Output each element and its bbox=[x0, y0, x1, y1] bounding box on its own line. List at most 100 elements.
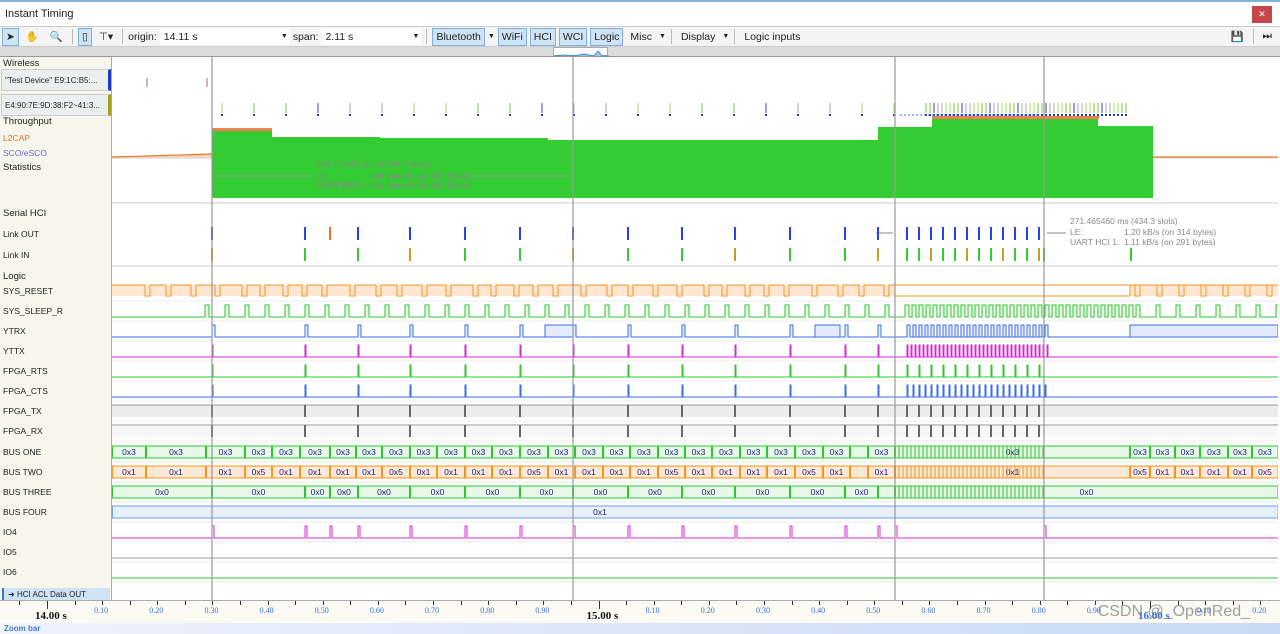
live-follow-icon[interactable]: ⏭ bbox=[1259, 28, 1276, 46]
axis-tick bbox=[295, 601, 297, 605]
origin-value: 14.11 s bbox=[163, 30, 198, 43]
bus-value: 0x5 bbox=[389, 467, 403, 477]
misc-menu[interactable]: Misc bbox=[626, 28, 656, 46]
signal-label: IO4 bbox=[3, 527, 17, 537]
axis-minor-label: 0.80 bbox=[1031, 606, 1046, 615]
throughput-header: Throughput bbox=[3, 116, 52, 127]
axis-tick bbox=[377, 601, 379, 605]
sco-legend: SCO/eSCO bbox=[3, 148, 47, 158]
bus-value: 0x3 bbox=[555, 447, 569, 457]
statistics-bar bbox=[1098, 126, 1153, 198]
origin-input[interactable]: 14.11 s ▼ bbox=[159, 28, 290, 45]
bus-value: 0x5 bbox=[665, 467, 679, 477]
axis-tick bbox=[488, 601, 490, 605]
display-menu[interactable]: Display bbox=[677, 28, 719, 46]
bus-value: 0x3 bbox=[499, 447, 513, 457]
panel-toggle-icon[interactable]: ▯ bbox=[77, 27, 92, 46]
bus-value: 0x0 bbox=[756, 487, 770, 497]
bus-value: 0x0 bbox=[252, 487, 266, 497]
bus-value: 0x3 bbox=[219, 447, 233, 457]
close-icon[interactable]: ✕ bbox=[1252, 6, 1272, 23]
wireless-packet-dot bbox=[1109, 114, 1111, 116]
save-icon[interactable]: 💾 bbox=[1226, 28, 1247, 46]
measure2-le-label: LE: bbox=[1070, 227, 1083, 237]
select-tool-icon[interactable]: ➤ bbox=[2, 27, 19, 46]
bus-value: 0x0 bbox=[811, 487, 825, 497]
axis-tick bbox=[956, 601, 958, 605]
wireless-packet-dot bbox=[797, 114, 799, 116]
bus-value: 0x1 bbox=[336, 467, 350, 477]
wireless-packet-dot bbox=[1105, 114, 1107, 116]
wifi-button[interactable]: WiFi bbox=[497, 27, 527, 46]
measure2-le-value: 1.20 kB/s (on 314 bytes) bbox=[1124, 227, 1216, 237]
bus-value: 0x1 bbox=[610, 467, 624, 477]
wireless-packet-dot bbox=[1073, 114, 1075, 116]
zoom-magnifier-icon[interactable]: 🔍 bbox=[46, 28, 67, 46]
logic-button[interactable]: Logic bbox=[590, 27, 624, 46]
bus-value: 0x0 bbox=[855, 487, 869, 497]
bus-value: 0x3 bbox=[252, 447, 266, 457]
bluetooth-button[interactable]: Bluetooth bbox=[432, 27, 485, 46]
overview-scrollbar[interactable] bbox=[0, 47, 1280, 57]
link-in-label: Link IN bbox=[3, 250, 30, 260]
axis-tick bbox=[350, 601, 352, 605]
signal-label: BUS ONE bbox=[3, 447, 42, 457]
chevron-down-icon[interactable]: ▼ bbox=[722, 33, 729, 40]
window-title: Instant Timing bbox=[5, 8, 74, 20]
axis-tick bbox=[570, 601, 572, 605]
bus-value: 0x1 bbox=[555, 467, 569, 477]
axis-tick bbox=[212, 601, 214, 605]
pan-hand-icon[interactable]: ✋ bbox=[22, 28, 43, 46]
bus-value: 0x1 bbox=[362, 467, 376, 477]
hci-button[interactable]: HCI bbox=[529, 27, 556, 46]
bus-value: 0x3 bbox=[1133, 447, 1147, 457]
axis-minor-label: 0.20 bbox=[1252, 606, 1267, 615]
divider bbox=[1252, 29, 1254, 44]
bus-value: 0x3 bbox=[830, 447, 844, 457]
chevron-down-icon[interactable]: ▼ bbox=[281, 33, 288, 40]
wireless-packet-dot bbox=[1057, 114, 1059, 116]
bus-value: 0x3 bbox=[308, 447, 322, 457]
wireless-packet-dot bbox=[349, 114, 351, 116]
wci-button[interactable]: WCI bbox=[558, 27, 588, 46]
signal-label: SYS_SLEEP_R bbox=[3, 306, 64, 316]
statistics-bar bbox=[932, 118, 988, 198]
timeline-canvas[interactable]: 1.26 kB/s654.174467 ms (1'046.7 slots)LE… bbox=[112, 57, 1278, 600]
signal-trace-fpga_rts bbox=[112, 364, 1278, 378]
bus-value: 0x1 bbox=[1006, 467, 1020, 477]
device-e4[interactable]: E4:90:7E:9D:38:F2~41:3... bbox=[1, 94, 111, 116]
chevron-down-icon[interactable]: ▼ bbox=[413, 33, 420, 40]
device-test-device[interactable]: "Test Device" E9:1C:B5:... bbox=[1, 69, 111, 91]
overview-window[interactable] bbox=[553, 47, 609, 57]
marker-tool-icon[interactable]: ⊤▾ bbox=[95, 28, 117, 46]
measure2-uart-label: UART HCI 1: bbox=[1070, 237, 1119, 247]
chevron-down-icon[interactable]: ▼ bbox=[659, 33, 666, 40]
axis-minor-label: 0.30 bbox=[755, 606, 770, 615]
axis-minor-label: 0.60 bbox=[921, 606, 936, 615]
statistics-bar bbox=[548, 140, 878, 198]
ytrx-burst bbox=[544, 324, 574, 338]
statistics-bar bbox=[988, 118, 1043, 198]
bus-value: 0x0 bbox=[431, 487, 445, 497]
bus-value: 0x3 bbox=[389, 447, 403, 457]
bus-value: 0x3 bbox=[1006, 447, 1020, 457]
axis-tick bbox=[47, 601, 48, 609]
zoom-bar[interactable]: Zoom bar bbox=[0, 623, 1280, 634]
chevron-down-icon[interactable]: ▼ bbox=[488, 33, 495, 40]
arrow-right-icon: ➜ bbox=[8, 590, 17, 599]
logic-header: Logic bbox=[3, 271, 26, 282]
wireless-packet-dot bbox=[1081, 114, 1083, 116]
channel-labels: Wireless "Test Device" E9:1C:B5:... E4:9… bbox=[0, 57, 112, 600]
span-input[interactable]: 2.11 s ▼ bbox=[321, 28, 422, 45]
wireless-packet-dot bbox=[861, 114, 863, 116]
wireless-packet-dot bbox=[1049, 114, 1051, 116]
axis-tick bbox=[598, 601, 600, 609]
bus-value: 0x1 bbox=[719, 467, 733, 477]
wireless-packet-dot bbox=[1045, 114, 1047, 116]
wireless-packet-dot bbox=[1113, 114, 1115, 116]
signal-label: IO6 bbox=[3, 567, 17, 577]
bus-value: 0x1 bbox=[875, 467, 889, 477]
logic-inputs-button[interactable]: Logic inputs bbox=[740, 28, 804, 46]
bus-value: 0x0 bbox=[648, 487, 662, 497]
statistics-bar bbox=[1043, 118, 1098, 198]
